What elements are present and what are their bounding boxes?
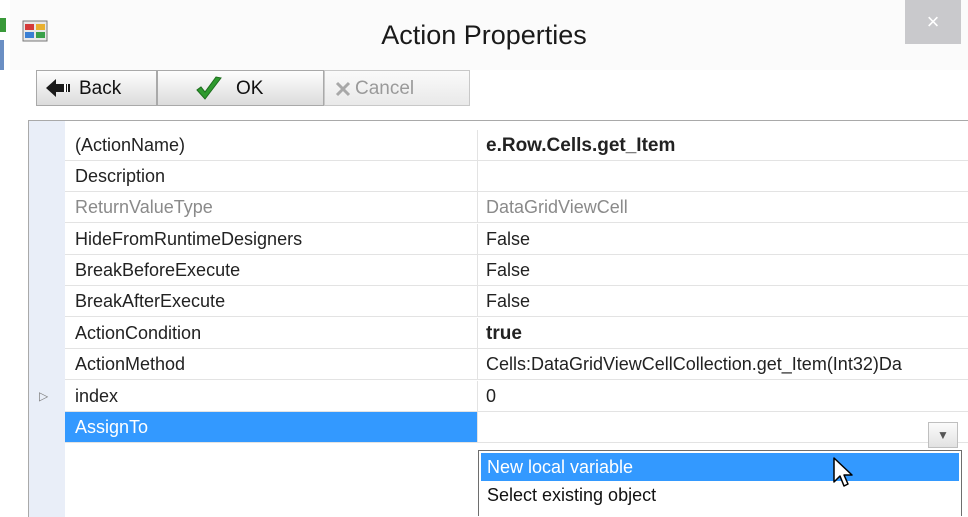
property-value[interactable]: Cells:DataGridViewCellCollection.get_Ite… bbox=[478, 349, 968, 380]
property-value[interactable]: e.Row.Cells.get_Item bbox=[478, 130, 968, 161]
property-value[interactable] bbox=[478, 161, 968, 192]
property-name: ReturnValueType bbox=[65, 192, 478, 223]
property-value[interactable]: 0 bbox=[478, 381, 968, 412]
property-value[interactable]: False bbox=[478, 286, 968, 317]
cancel-button[interactable]: Cancel bbox=[324, 70, 470, 106]
property-name: BreakAfterExecute bbox=[65, 286, 478, 317]
checkmark-icon bbox=[196, 76, 222, 100]
property-value[interactable]: true bbox=[478, 318, 968, 349]
property-row-returnvaluetype[interactable]: ReturnValueType DataGridViewCell bbox=[65, 192, 968, 224]
expand-triangle-icon[interactable]: ▷ bbox=[39, 389, 48, 403]
action-properties-window: Action Properties × Back OK Cancel (Acti… bbox=[0, 0, 968, 517]
grid-margin bbox=[29, 121, 65, 517]
property-row-breakafterexecute[interactable]: BreakAfterExecute False bbox=[65, 286, 968, 318]
property-row-index[interactable]: ▷ index 0 bbox=[39, 381, 968, 413]
property-row-actioncondition[interactable]: ActionCondition true bbox=[65, 318, 968, 350]
property-row-assignto[interactable]: AssignTo bbox=[65, 412, 968, 444]
cancel-x-icon bbox=[335, 81, 351, 97]
ok-label: OK bbox=[236, 78, 264, 99]
property-name: HideFromRuntimeDesigners bbox=[65, 224, 478, 255]
property-value[interactable]: False bbox=[478, 224, 968, 255]
dropdown-arrow-button[interactable]: ▼ bbox=[928, 422, 958, 448]
dropdown-option-select-existing-object[interactable]: Select existing object bbox=[481, 481, 959, 509]
close-button[interactable]: × bbox=[905, 0, 961, 44]
property-value: DataGridViewCell bbox=[478, 192, 968, 223]
back-label: Back bbox=[79, 78, 122, 99]
property-row-actionmethod[interactable]: ActionMethod Cells:DataGridViewCellColle… bbox=[65, 349, 968, 381]
property-name: (ActionName) bbox=[65, 130, 478, 161]
dropdown-option-new-local-variable[interactable]: New local variable bbox=[481, 453, 959, 481]
window-title: Action Properties bbox=[381, 20, 587, 50]
property-row-actionname[interactable]: (ActionName) e.Row.Cells.get_Item bbox=[65, 130, 968, 162]
property-row-breakbeforeexecute[interactable]: BreakBeforeExecute False bbox=[65, 255, 968, 287]
property-name: Description bbox=[65, 161, 478, 192]
ok-button[interactable]: OK bbox=[157, 70, 324, 106]
property-value[interactable] bbox=[478, 412, 968, 443]
property-name: index bbox=[65, 381, 478, 412]
property-name: BreakBeforeExecute bbox=[65, 255, 478, 286]
property-row-description[interactable]: Description bbox=[65, 161, 968, 193]
property-value[interactable]: False bbox=[478, 255, 968, 286]
background-window-edge bbox=[0, 0, 10, 516]
mouse-pointer-icon bbox=[833, 457, 853, 487]
toolbar: Back OK Cancel bbox=[24, 70, 968, 108]
back-arrow-icon bbox=[46, 79, 70, 97]
back-button[interactable]: Back bbox=[36, 70, 157, 106]
assignto-dropdown-list: New local variable Select existing objec… bbox=[478, 450, 962, 516]
cancel-label: Cancel bbox=[355, 78, 415, 99]
property-name: ActionCondition bbox=[65, 318, 478, 349]
property-name: AssignTo bbox=[65, 412, 478, 443]
property-name: ActionMethod bbox=[65, 349, 478, 380]
chevron-down-icon: ▼ bbox=[937, 428, 949, 442]
property-row-hidefromruntimedesigners[interactable]: HideFromRuntimeDesigners False bbox=[65, 224, 968, 256]
